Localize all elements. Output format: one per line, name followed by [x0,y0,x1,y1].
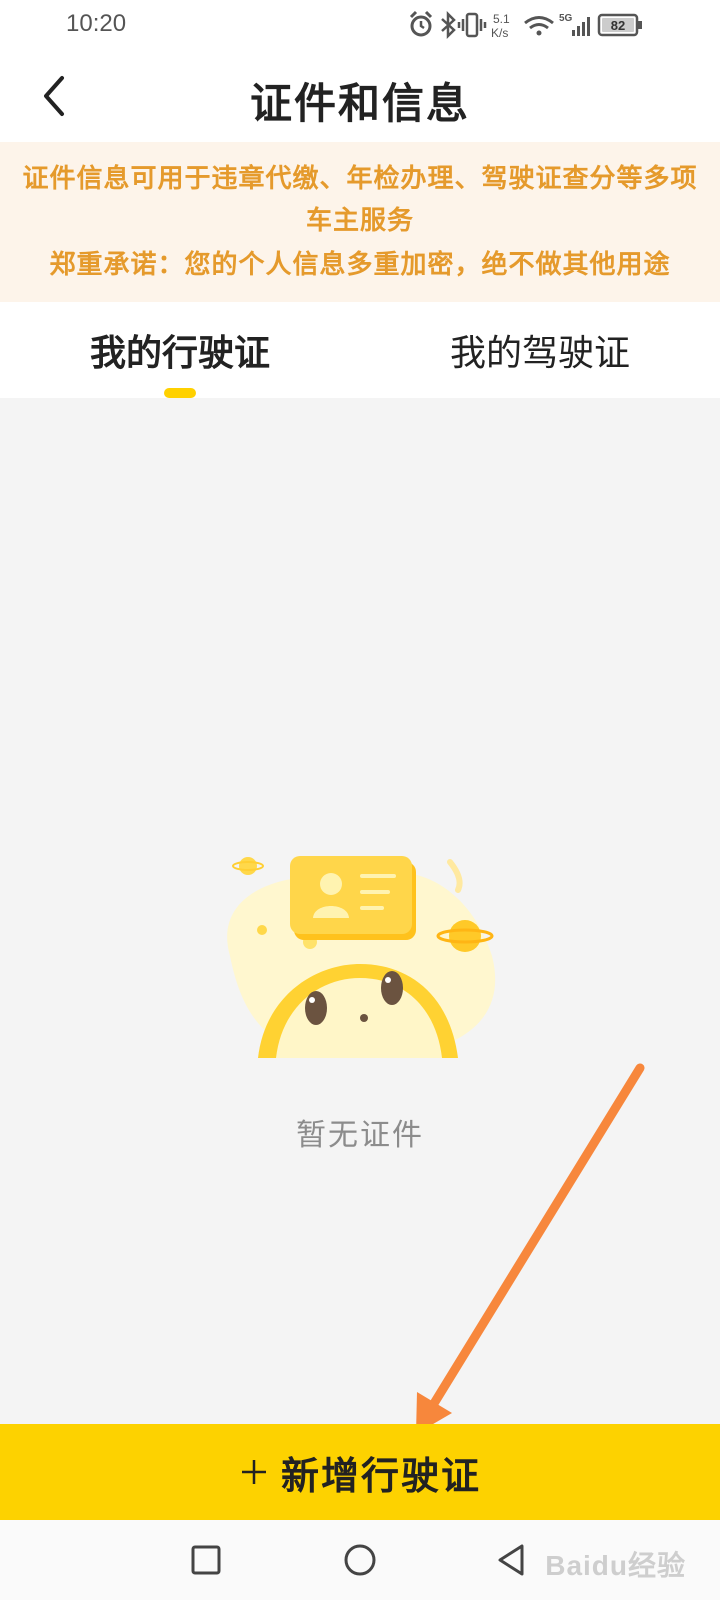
tab-driver-license[interactable]: 我的驾驶证 [400,324,680,374]
tab-bar: 我的行驶证 我的驾驶证 [0,302,720,398]
notice-service-text: 证件信息可用于违章代缴、年检办理、驾驶证查分等多项车主服务 [22,164,698,236]
tab-vehicle-license[interactable]: 我的行驶证 [40,324,320,374]
dot-icon [257,925,267,935]
recents-square-icon[interactable] [186,1540,226,1580]
id-card-mascot-illustration [227,856,496,1058]
empty-state-text: 暂无证件 [296,1118,424,1153]
status-icons: 5.1 K/s 5G 82 [409,9,654,41]
battery-level: 82 [611,18,625,33]
notice-banner: 证件信息可用于违章代缴、年检办理、驾驶证查分等多项车主服务 郑重承诺：您的个人信… [0,142,720,302]
home-circle-icon[interactable] [340,1540,380,1580]
content-area: 暂无证件 [0,398,720,1424]
status-bar: 10:20 5.1 K/s 5G 82 [0,0,720,50]
status-icon-group: 5.1 K/s 5G 82 [409,10,642,40]
net-speed-value: 5.1 [493,12,510,26]
system-nav-bar: Baidu经验 [0,1520,720,1600]
page-title: 证件和信息 [249,79,470,128]
vibrate-icon [457,12,487,38]
planet-icon-left [239,857,257,875]
notice-privacy-text: 郑重承诺：您的个人信息多重加密，绝不做其他用途 [49,250,671,280]
status-time: 10:20 [66,10,127,37]
signal-icon [572,17,590,36]
active-tab-indicator [164,388,196,398]
net-speed-unit: K/s [491,26,508,40]
add-button-label: 新增行驶证 [280,1452,481,1498]
wifi-icon [524,16,554,36]
back-triangle-icon[interactable] [492,1540,532,1580]
plus-icon [241,1460,266,1484]
app-header: 证件和信息 [0,50,720,142]
add-vehicle-license-button[interactable]: 新增行驶证 [0,1424,720,1520]
id-card-icon [290,856,416,940]
network-type: 5G [559,13,573,24]
baidu-watermark: Baidu经验 [545,1550,686,1581]
bluetooth-icon [441,10,456,40]
alarm-icon [409,10,433,37]
